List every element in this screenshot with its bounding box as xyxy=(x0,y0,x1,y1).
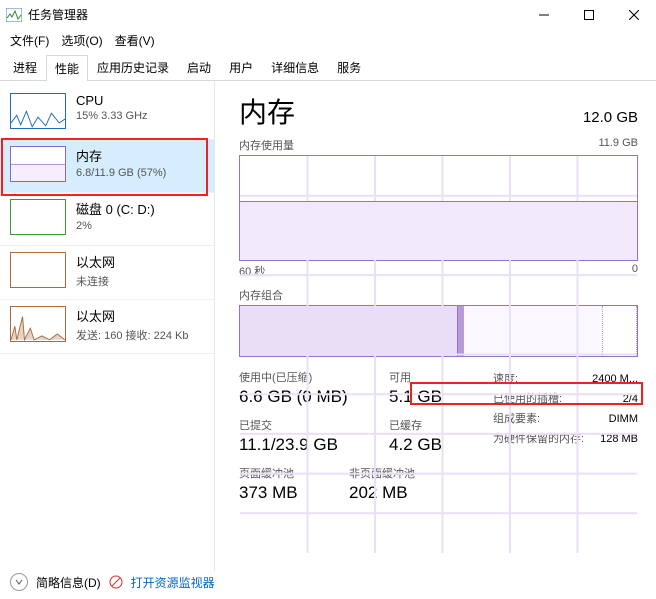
maximize-button[interactable] xyxy=(566,0,611,30)
close-button[interactable] xyxy=(611,0,656,30)
app-icon xyxy=(6,8,22,22)
memory-usage-graph[interactable] xyxy=(239,155,638,261)
tab-processes[interactable]: 进程 xyxy=(4,54,46,80)
open-resmon-link[interactable]: 打开资源监视器 xyxy=(131,574,215,591)
ethernet-sparkline-icon xyxy=(10,306,66,342)
tab-bar: 进程 性能 应用历史记录 启动 用户 详细信息 服务 xyxy=(0,50,656,81)
usage-graph-max: 11.9 GB xyxy=(598,137,638,153)
minimize-button[interactable] xyxy=(521,0,566,30)
fewer-details-link[interactable]: 简略信息(D) xyxy=(36,574,101,591)
sidebar-item-label: 内存 xyxy=(76,146,166,165)
sidebar-item-cpu[interactable]: CPU 15% 3.33 GHz xyxy=(0,87,214,140)
menu-view[interactable]: 查看(V) xyxy=(109,30,161,51)
sidebar-item-disk[interactable]: 磁盘 0 (C: D:) 2% xyxy=(0,193,214,246)
usage-graph-label: 内存使用量 xyxy=(239,137,294,153)
footer: 简略信息(D) 打开资源监视器 xyxy=(10,573,215,591)
sidebar-item-memory[interactable]: 内存 6.8/11.9 GB (57%) xyxy=(0,140,214,193)
sidebar-item-label: 磁盘 0 (C: D:) xyxy=(76,199,155,218)
tab-services[interactable]: 服务 xyxy=(328,54,370,80)
sidebar-item-sub: 15% 3.33 GHz xyxy=(76,110,148,122)
page-title: 内存 xyxy=(239,91,295,131)
tab-details[interactable]: 详细信息 xyxy=(262,54,328,80)
graph-fill xyxy=(240,201,637,260)
cpu-sparkline-icon xyxy=(10,93,66,129)
window-title: 任务管理器 xyxy=(28,6,521,23)
tab-performance[interactable]: 性能 xyxy=(46,55,88,81)
memory-total: 12.0 GB xyxy=(583,109,638,126)
sidebar-item-sub: 6.8/11.9 GB (57%) xyxy=(76,167,166,179)
sidebar-item-sub: 发送: 160 接收: 224 Kb xyxy=(76,327,189,343)
tab-app-history[interactable]: 应用历史记录 xyxy=(88,54,178,80)
body: CPU 15% 3.33 GHz 内存 6.8/11.9 GB (57%) 磁盘… xyxy=(0,81,656,571)
titlebar: 任务管理器 xyxy=(0,0,656,30)
menu-options[interactable]: 选项(O) xyxy=(55,30,108,51)
ethernet-sparkline-icon xyxy=(10,252,66,288)
main-panel: 内存 12.0 GB 内存使用量 11.9 GB xyxy=(215,81,656,571)
chevron-down-icon xyxy=(15,578,23,586)
sidebar-item-label: 以太网 xyxy=(76,252,115,271)
sidebar-item-label: CPU xyxy=(76,93,148,108)
sidebar-item-label: 以太网 xyxy=(76,306,189,325)
menubar: 文件(F) 选项(O) 查看(V) xyxy=(0,30,656,50)
sidebar-item-ethernet-1[interactable]: 以太网 发送: 160 接收: 224 Kb xyxy=(0,300,214,354)
menu-file[interactable]: 文件(F) xyxy=(4,30,55,51)
collapse-button[interactable] xyxy=(10,573,28,591)
memory-sparkline-icon xyxy=(10,146,66,182)
sidebar-item-sub: 未连接 xyxy=(76,273,115,289)
sidebar-item-sub: 2% xyxy=(76,220,155,232)
disk-sparkline-icon xyxy=(10,199,66,235)
tab-startup[interactable]: 启动 xyxy=(178,54,220,80)
tab-users[interactable]: 用户 xyxy=(220,54,262,80)
sidebar-item-ethernet-0[interactable]: 以太网 未连接 xyxy=(0,246,214,300)
sidebar: CPU 15% 3.33 GHz 内存 6.8/11.9 GB (57%) 磁盘… xyxy=(0,81,215,571)
resmon-icon xyxy=(109,575,123,589)
